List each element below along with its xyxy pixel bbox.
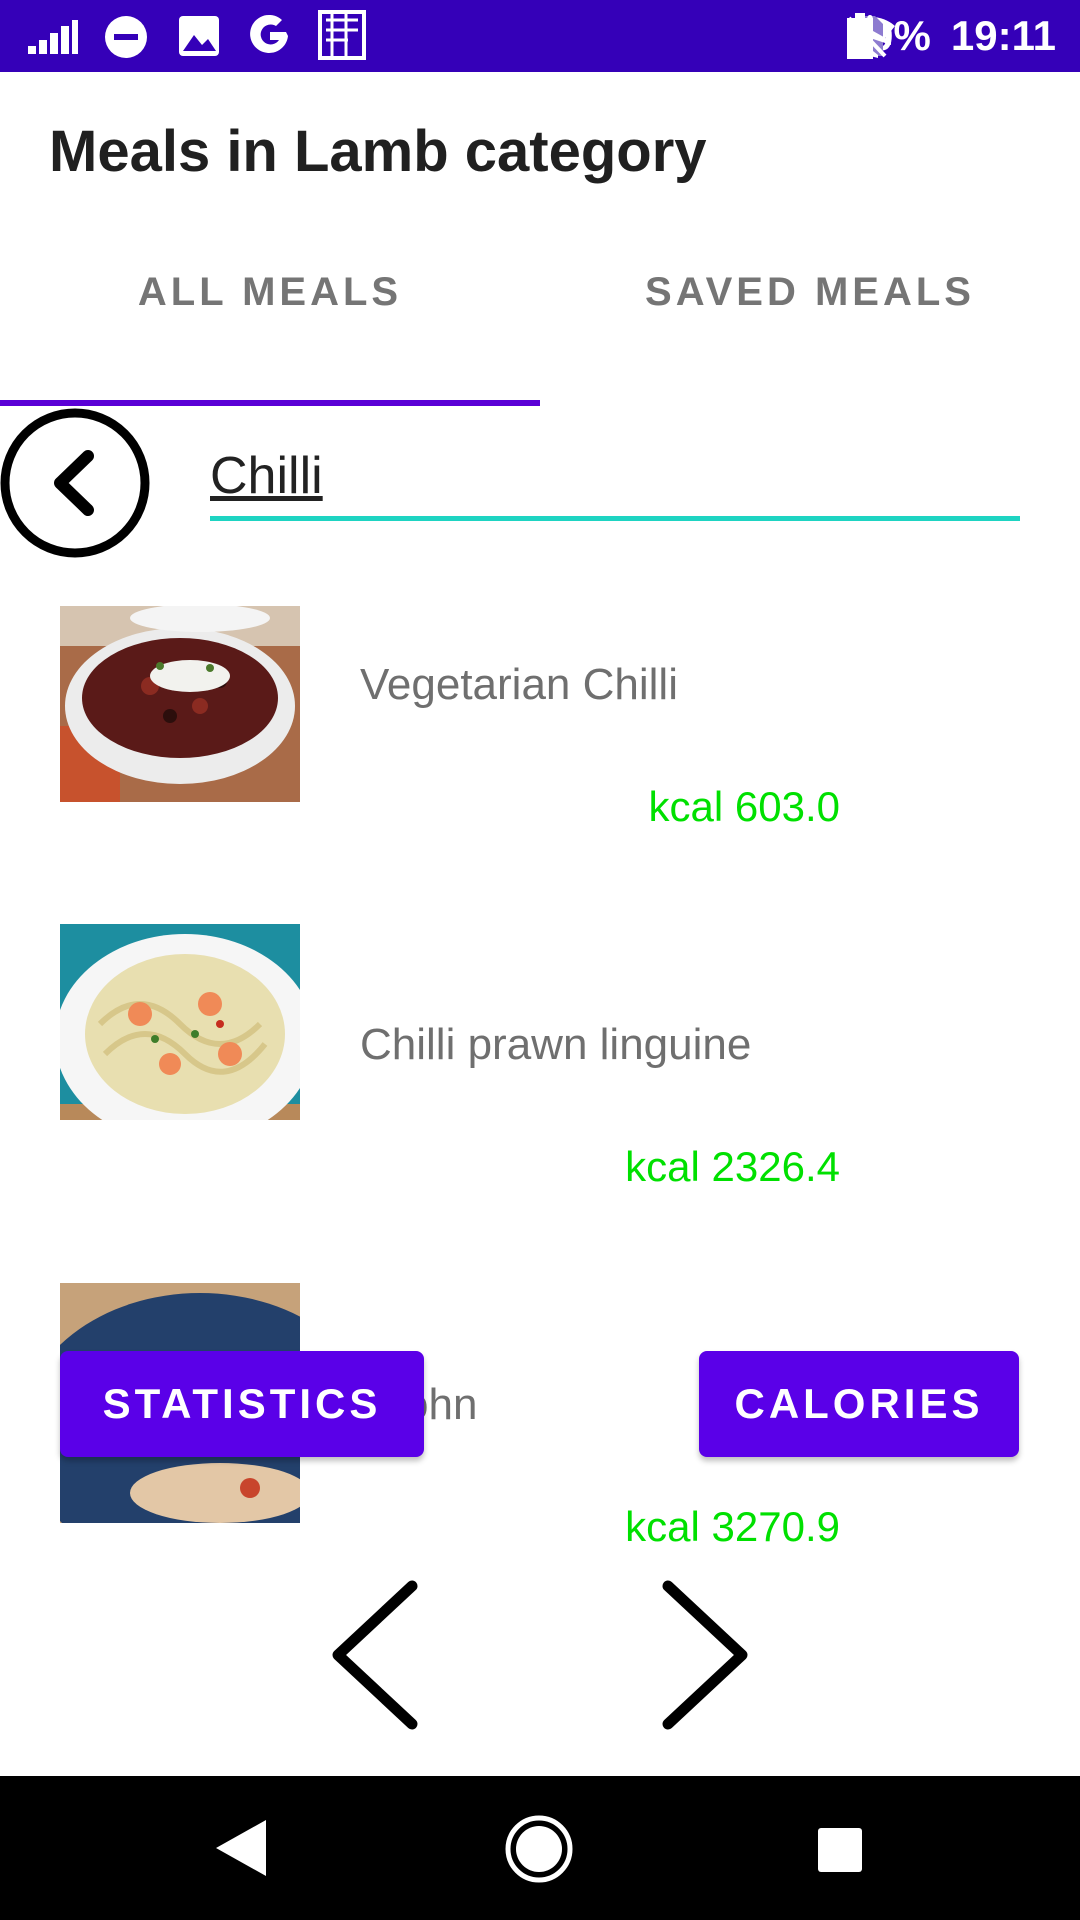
next-page-icon[interactable] <box>660 1580 750 1730</box>
statistics-button[interactable]: STATISTICS <box>60 1351 424 1457</box>
nav-home-icon[interactable] <box>504 1814 574 1884</box>
battery-icon <box>846 13 873 59</box>
meal-name[interactable]: Chilli prawn linguine <box>360 1020 751 1070</box>
meal-kcal: kcal 3270.9 <box>625 1503 840 1545</box>
meal-kcal: kcal 2326.4 <box>625 1143 840 1190</box>
chilli-bowl-image <box>60 606 300 802</box>
previous-page-icon[interactable] <box>330 1580 420 1730</box>
meal-image[interactable] <box>60 606 300 802</box>
nav-recents-icon[interactable] <box>816 1826 864 1874</box>
search-input[interactable] <box>210 440 1020 512</box>
signal-bars-icon <box>28 20 78 54</box>
meal-name[interactable]: Vegetarian Chilli <box>360 660 678 710</box>
prawn-linguine-image <box>60 924 300 1120</box>
image-icon <box>179 16 219 56</box>
calories-button[interactable]: CALORIES <box>699 1351 1019 1457</box>
tab-saved-meals[interactable]: SAVED MEALS <box>540 270 1080 315</box>
back-icon[interactable] <box>0 408 150 558</box>
page-title: Meals in Lamb category <box>49 119 707 184</box>
nav-back-icon[interactable] <box>210 1816 270 1880</box>
google-icon <box>250 14 288 53</box>
system-nav-bar <box>0 1776 1080 1920</box>
status-bar: 80% 19:11 <box>0 0 1080 72</box>
clock: 19:11 <box>950 12 1056 59</box>
do-not-disturb-icon <box>105 16 147 58</box>
tab-all-meals[interactable]: ALL MEALS <box>0 270 540 315</box>
app-icon <box>318 10 366 60</box>
meal-image[interactable] <box>60 924 300 1120</box>
search-underline <box>210 516 1020 521</box>
tab-indicator <box>0 400 540 406</box>
meal-kcal: kcal 603.0 <box>648 783 840 830</box>
